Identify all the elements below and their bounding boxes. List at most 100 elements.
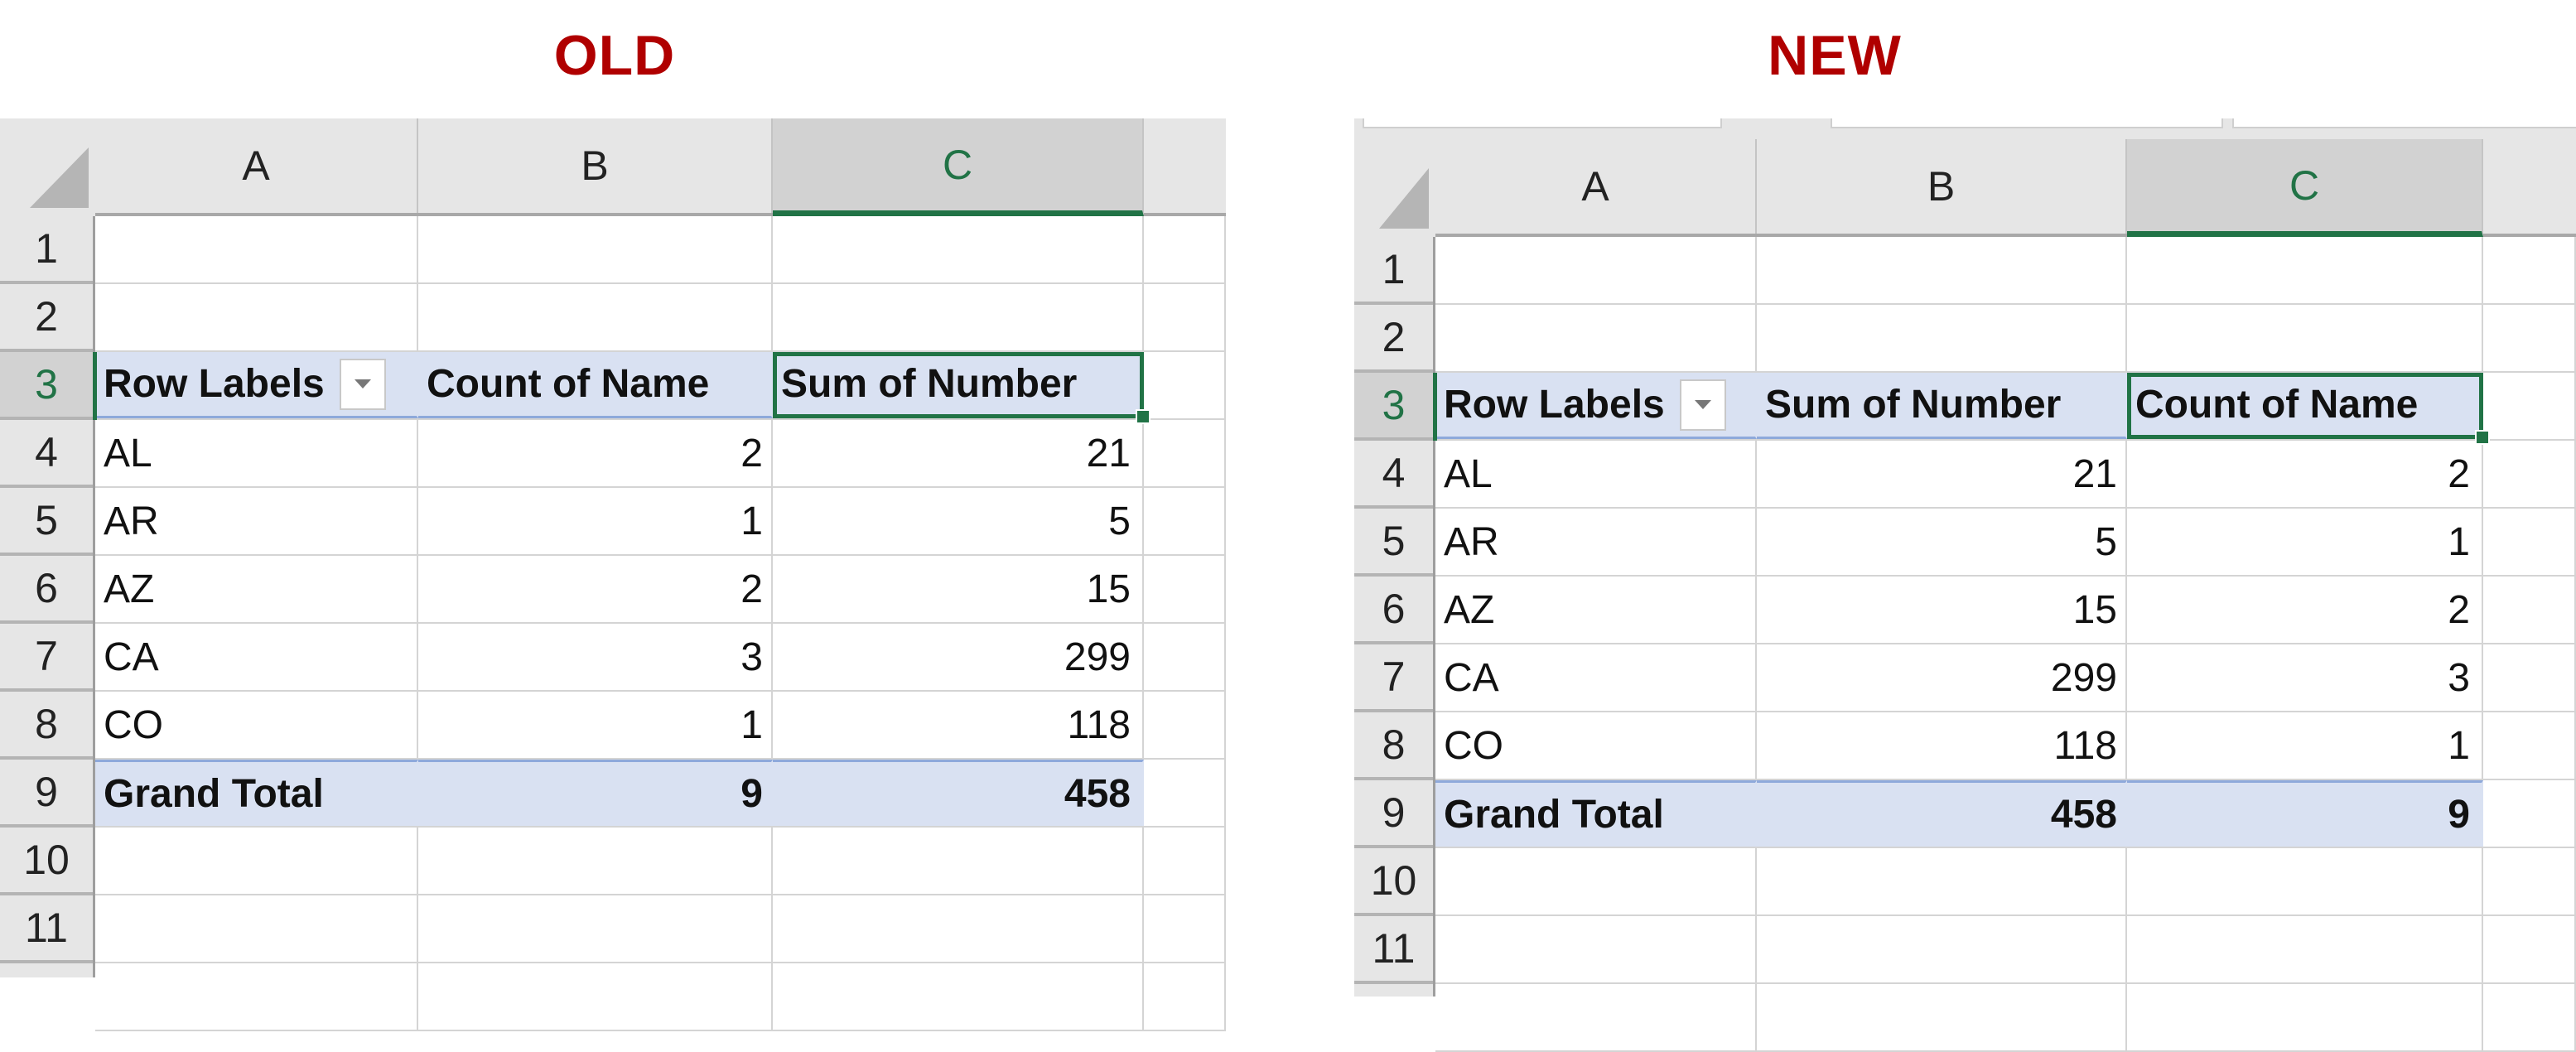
cell[interactable]	[2127, 984, 2483, 1050]
cell[interactable]	[418, 216, 773, 282]
formula-bar-box[interactable]	[1363, 118, 1722, 128]
cell[interactable]	[95, 284, 418, 350]
cell[interactable]	[1757, 916, 2127, 982]
cell[interactable]	[1757, 848, 2127, 914]
pivot-value-cell[interactable]: 2	[2127, 441, 2483, 507]
pivot-header-cell[interactable]: Row Labels	[1435, 373, 1757, 439]
pivot-value-cell[interactable]: 1	[418, 692, 773, 758]
cell[interactable]	[1144, 760, 1226, 826]
pivot-value-cell[interactable]: 5	[773, 488, 1144, 554]
cell[interactable]	[1435, 984, 1757, 1050]
cell[interactable]	[1144, 624, 1226, 690]
row-header-3[interactable]: 3	[1354, 373, 1433, 441]
cell[interactable]	[773, 216, 1144, 282]
cell[interactable]	[773, 895, 1144, 962]
pivot-row-label[interactable]: AZ	[1435, 577, 1757, 643]
cell[interactable]	[1757, 984, 2127, 1050]
pivot-value-cell[interactable]: 5	[1757, 509, 2127, 575]
row-header-4[interactable]: 4	[1354, 441, 1433, 509]
cell[interactable]	[1435, 237, 1757, 303]
pivot-value-cell[interactable]: 299	[773, 624, 1144, 690]
pivot-row-label[interactable]: AL	[95, 420, 418, 486]
cell[interactable]	[2483, 577, 2576, 643]
cell[interactable]	[2483, 848, 2576, 914]
column-header-a[interactable]: A	[1435, 139, 1757, 234]
grand-total-label[interactable]: Grand Total	[95, 760, 418, 826]
cell[interactable]	[1144, 284, 1226, 350]
row-header-2[interactable]: 2	[0, 284, 93, 352]
cell[interactable]	[773, 284, 1144, 350]
row-header-3[interactable]: 3	[0, 352, 93, 420]
cell[interactable]	[2127, 848, 2483, 914]
pivot-value-cell[interactable]: 118	[1757, 712, 2127, 779]
select-all-button[interactable]	[1354, 139, 1435, 237]
row-header-7[interactable]: 7	[1354, 644, 1433, 712]
cell[interactable]	[1757, 237, 2127, 303]
row-header-11[interactable]: 11	[1354, 916, 1433, 984]
column-header-b[interactable]: B	[418, 118, 773, 213]
pivot-value-cell[interactable]: 1	[2127, 509, 2483, 575]
pivot-value-cell[interactable]: 3	[418, 624, 773, 690]
pivot-value-cell[interactable]: 3	[2127, 644, 2483, 711]
pivot-value-cell[interactable]: 21	[1757, 441, 2127, 507]
cell[interactable]	[1144, 556, 1226, 622]
pivot-row-label[interactable]: AR	[1435, 509, 1757, 575]
grand-total-value[interactable]: 458	[1757, 780, 2127, 847]
cell[interactable]	[2127, 237, 2483, 303]
pivot-row-label[interactable]: CO	[1435, 712, 1757, 779]
row-header-9[interactable]: 9	[0, 760, 93, 828]
pivot-value-cell[interactable]: 21	[773, 420, 1144, 486]
pivot-header-cell[interactable]: Sum of Number	[1757, 373, 2127, 439]
select-all-button[interactable]	[0, 118, 95, 216]
row-header-6[interactable]: 6	[0, 556, 93, 624]
cell[interactable]	[2483, 509, 2576, 575]
cell[interactable]	[2483, 441, 2576, 507]
column-header-a[interactable]: A	[95, 118, 418, 213]
cell[interactable]	[1144, 895, 1226, 962]
cell[interactable]	[1144, 828, 1226, 894]
row-header-9[interactable]: 9	[1354, 780, 1433, 848]
cell[interactable]	[1435, 916, 1757, 982]
grand-total-label[interactable]: Grand Total	[1435, 780, 1757, 847]
row-header-8[interactable]: 8	[1354, 712, 1433, 780]
pivot-value-cell[interactable]: 2	[2127, 577, 2483, 643]
pivot-row-label[interactable]: AL	[1435, 441, 1757, 507]
active-cell[interactable]: Count of Name	[2127, 373, 2490, 445]
row-header-7[interactable]: 7	[0, 624, 93, 692]
pivot-header-cell[interactable]: Row Labels	[95, 352, 418, 418]
cell[interactable]	[95, 216, 418, 282]
row-header-10[interactable]: 10	[0, 828, 93, 895]
fill-handle[interactable]	[1136, 409, 1151, 424]
cell[interactable]	[2483, 780, 2576, 847]
pivot-value-cell[interactable]: 118	[773, 692, 1144, 758]
pivot-value-cell[interactable]: 2	[418, 556, 773, 622]
cell[interactable]	[1435, 305, 1757, 371]
cell[interactable]	[418, 895, 773, 962]
cell[interactable]	[95, 895, 418, 962]
cell[interactable]	[1757, 305, 2127, 371]
row-header-5[interactable]: 5	[0, 488, 93, 556]
fill-handle[interactable]	[2475, 430, 2490, 445]
pivot-row-label[interactable]: CA	[95, 624, 418, 690]
cell[interactable]	[418, 963, 773, 1030]
cell[interactable]	[1435, 848, 1757, 914]
formula-bar-box[interactable]	[2232, 118, 2576, 128]
row-header-10[interactable]: 10	[1354, 848, 1433, 916]
cell[interactable]	[773, 963, 1144, 1030]
pivot-row-label[interactable]: CA	[1435, 644, 1757, 711]
column-header-c[interactable]: C	[2127, 139, 2483, 237]
cell[interactable]	[773, 828, 1144, 894]
cell[interactable]	[2483, 237, 2576, 303]
row-header-8[interactable]: 8	[0, 692, 93, 760]
cell[interactable]	[1144, 488, 1226, 554]
row-header-2[interactable]: 2	[1354, 305, 1433, 373]
cell[interactable]	[2483, 644, 2576, 711]
pivot-value-cell[interactable]: 299	[1757, 644, 2127, 711]
row-header-6[interactable]: 6	[1354, 577, 1433, 644]
cell[interactable]	[2483, 305, 2576, 371]
cell[interactable]	[95, 828, 418, 894]
active-cell[interactable]: Sum of Number	[773, 352, 1151, 424]
row-header-1[interactable]: 1	[0, 216, 93, 284]
cell[interactable]	[2483, 373, 2576, 439]
pivot-value-cell[interactable]: 2	[418, 420, 773, 486]
